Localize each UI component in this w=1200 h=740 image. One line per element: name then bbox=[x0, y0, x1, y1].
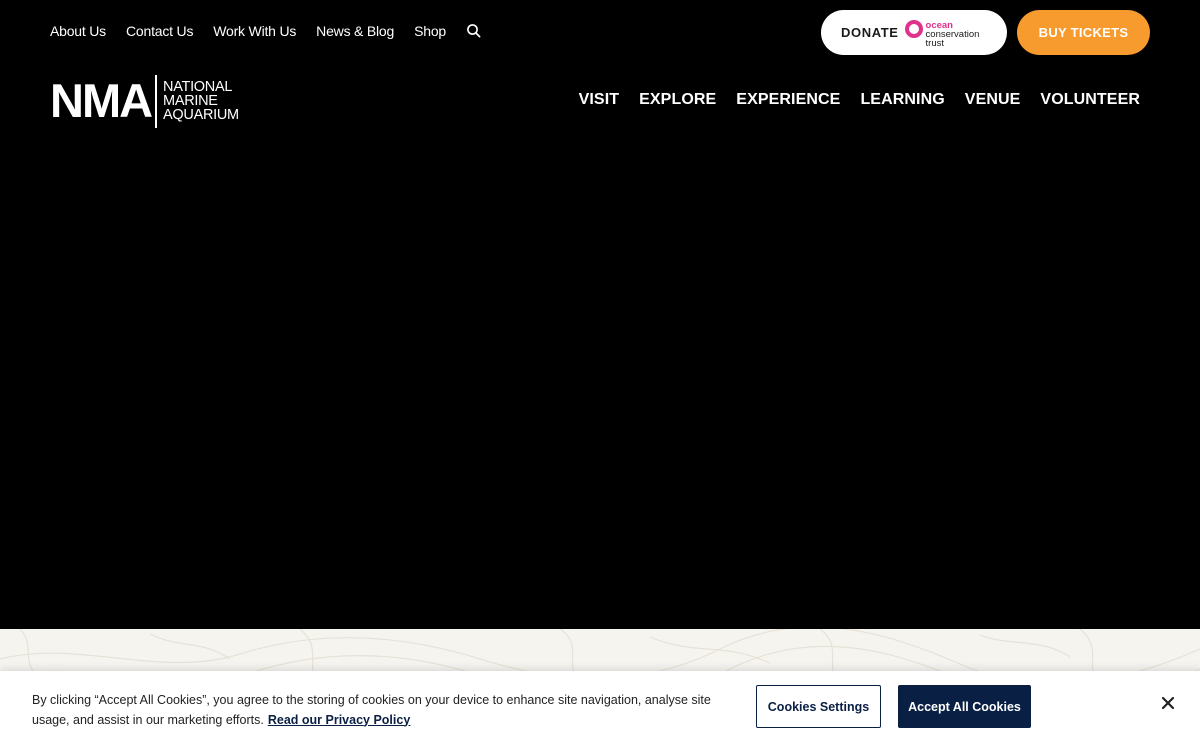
nav-about-us[interactable]: About Us bbox=[50, 23, 106, 39]
nav-contact-us[interactable]: Contact Us bbox=[126, 23, 193, 39]
cookie-banner: By clicking “Accept All Cookies”, you ag… bbox=[0, 671, 1200, 740]
partner-logo-text: ocean conservation trust bbox=[925, 21, 980, 49]
donate-button[interactable]: DONATE ocean conservation trust bbox=[821, 10, 1007, 55]
partner-line3: trust bbox=[925, 38, 945, 49]
cookie-message: By clicking “Accept All Cookies”, you ag… bbox=[32, 691, 732, 730]
nav-shop[interactable]: Shop bbox=[414, 23, 446, 39]
nav-volunteer[interactable]: VOLUNTEER bbox=[1040, 91, 1140, 109]
donate-label: DONATE bbox=[841, 25, 899, 40]
ocean-conservation-trust-logo-icon bbox=[904, 20, 923, 38]
site-logo[interactable]: NMA NATIONAL MARINE AQUARIUM bbox=[50, 74, 239, 128]
logo-line3: AQUARIUM bbox=[163, 107, 239, 123]
nav-explore[interactable]: EXPLORE bbox=[639, 91, 716, 109]
logo-divider bbox=[155, 74, 158, 128]
nav-experience[interactable]: EXPERIENCE bbox=[736, 91, 840, 109]
logo-mark: NMA bbox=[50, 74, 153, 127]
accept-all-cookies-button[interactable]: Accept All Cookies bbox=[898, 685, 1031, 728]
nav-venue[interactable]: VENUE bbox=[965, 91, 1021, 109]
privacy-policy-link[interactable]: Read our Privacy Policy bbox=[268, 713, 410, 727]
logo-line1: NATIONAL bbox=[163, 79, 233, 95]
search-icon[interactable] bbox=[466, 23, 482, 39]
buy-tickets-button[interactable]: BUY TICKETS bbox=[1017, 10, 1150, 55]
nav-work-with-us[interactable]: Work With Us bbox=[213, 23, 296, 39]
nav-news-blog[interactable]: News & Blog bbox=[316, 23, 394, 39]
logo-wordmark: NATIONAL MARINE AQUARIUM bbox=[163, 79, 239, 123]
close-icon[interactable] bbox=[1158, 693, 1178, 713]
utility-nav: About Us Contact Us Work With Us News & … bbox=[50, 22, 482, 40]
main-nav: VISIT EXPLORE EXPERIENCE LEARNING VENUE … bbox=[559, 90, 1140, 110]
nav-learning[interactable]: LEARNING bbox=[860, 91, 944, 109]
cookies-settings-button[interactable]: Cookies Settings bbox=[756, 685, 881, 728]
logo-line2: MARINE bbox=[163, 93, 218, 109]
nav-visit[interactable]: VISIT bbox=[579, 91, 620, 109]
